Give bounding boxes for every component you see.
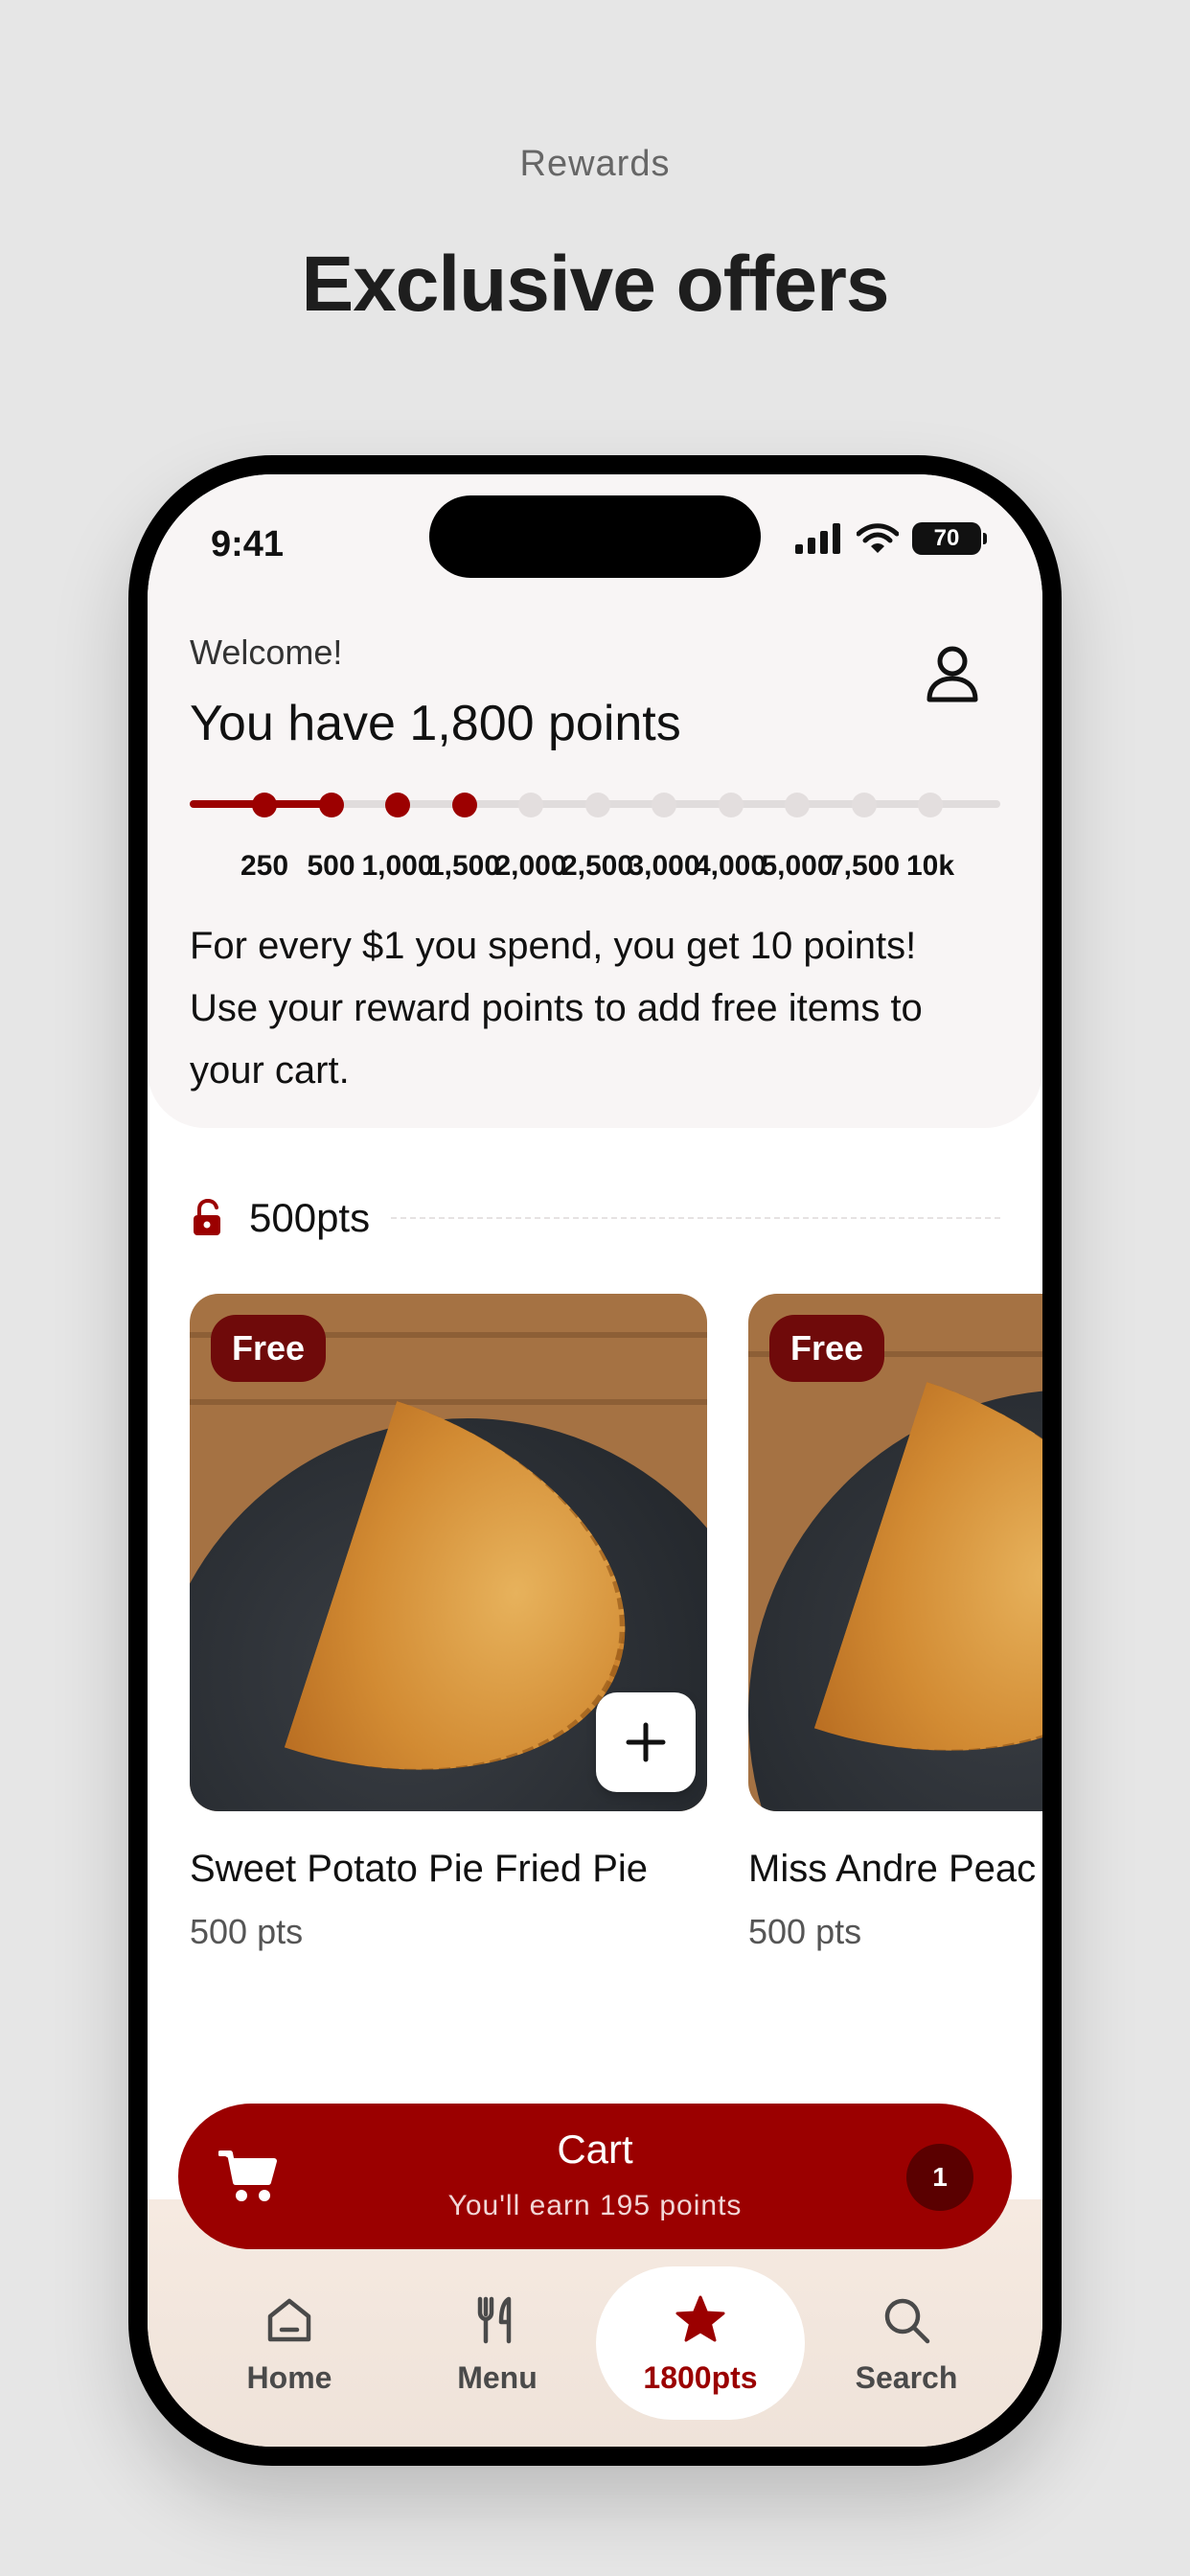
status-icons: 70 (795, 522, 987, 555)
header-subtitle: Rewards (519, 144, 671, 184)
free-badge: Free (211, 1315, 327, 1382)
tab-home[interactable]: Home (194, 2266, 385, 2420)
milestone-dot (918, 793, 943, 817)
milestone-label: 3,000 (628, 850, 700, 882)
tier-label: 500pts (249, 1195, 371, 1240)
plus-icon (626, 1722, 666, 1762)
tab-search[interactable]: Search (811, 2266, 1002, 2420)
cart-count-badge: 1 (906, 2144, 973, 2211)
tab-label: Home (246, 2360, 332, 2395)
battery-level: 70 (933, 525, 960, 551)
product-points: 500 pts (190, 1912, 304, 1951)
milestone-dot (518, 793, 543, 817)
welcome-text: Welcome! (190, 632, 343, 672)
points-progress: 250 500 1,000 1,500 2,000 2,500 3,000 4,000 5,00… (190, 781, 1000, 896)
milestone-label: 4,000 (694, 850, 767, 882)
home-icon (267, 2298, 311, 2342)
status-time: 9:41 (211, 524, 285, 564)
milestone-dot (718, 793, 744, 817)
product-image: Free (190, 1294, 707, 1811)
milestone-dot (451, 793, 477, 817)
add-to-cart-button[interactable] (596, 1692, 696, 1792)
cart-button[interactable]: Cart You'll earn 195 points 1 (178, 2104, 1012, 2249)
milestone-label: 5,000 (761, 850, 834, 882)
tab-label: 1800pts (643, 2360, 758, 2395)
wifi-icon (857, 523, 899, 553)
signal-icon (795, 523, 840, 554)
milestone-dot (652, 793, 676, 817)
divider (391, 1217, 1000, 1219)
reward-tier-header: 500pts (190, 1189, 1000, 1247)
product-name: Sweet Potato Pie Fried Pie (190, 1848, 649, 1890)
milestone-label: 10k (905, 850, 955, 882)
reward-card[interactable]: Free Miss Andre Peac 500 pts (748, 1294, 1042, 1952)
star-icon (675, 2295, 725, 2342)
battery-icon: 70 (912, 522, 987, 555)
product-image: Free (748, 1294, 1042, 1811)
search-icon (884, 2298, 930, 2344)
tab-menu[interactable]: Menu (401, 2266, 593, 2420)
unlock-icon (194, 1199, 220, 1235)
cart-earn-text: You'll earn 195 points (447, 2190, 743, 2221)
milestone-dot (851, 793, 877, 817)
free-badge: Free (769, 1315, 885, 1382)
page-title: Exclusive offers (301, 241, 890, 328)
product-name: Miss Andre Peac (748, 1848, 1037, 1890)
milestone-label: 500 (307, 850, 355, 882)
tab-label: Menu (457, 2360, 538, 2395)
points-title: You have 1,800 points (190, 696, 681, 751)
milestone-dot (785, 793, 810, 817)
utensils-icon (477, 2296, 512, 2344)
tab-rewards[interactable]: 1800pts (596, 2266, 805, 2420)
phone-frame: Welcome! You have 1,800 points 250 500 1,0… (128, 455, 1062, 2466)
product-points: 500 pts (748, 1912, 862, 1951)
milestone-label: 2,000 (494, 850, 567, 882)
tab-bar: Home Menu 1800pts Search (148, 2247, 1042, 2439)
milestone-label: 1,000 (361, 850, 434, 882)
rewards-info: For every $1 you spend, you get 10 point… (190, 925, 923, 1092)
milestone-dot (584, 793, 610, 817)
profile-icon[interactable] (924, 642, 981, 705)
tab-label: Search (855, 2360, 958, 2395)
milestone-label: 250 (240, 850, 289, 882)
cart-label: Cart (557, 2127, 633, 2172)
milestone-dot (318, 793, 344, 817)
dynamic-island (429, 495, 761, 578)
milestone-label: 7,500 (827, 850, 901, 882)
milestone-label: 1,500 (427, 850, 501, 882)
milestone-dot (252, 793, 277, 817)
milestone-label: 2,500 (561, 850, 634, 882)
milestone-dot (385, 793, 410, 817)
phone-screen: Welcome! You have 1,800 points 250 500 1,0… (148, 474, 1042, 2447)
reward-card[interactable]: Free Sweet Potato Pie Fried Pie 500 pts (190, 1294, 707, 1952)
